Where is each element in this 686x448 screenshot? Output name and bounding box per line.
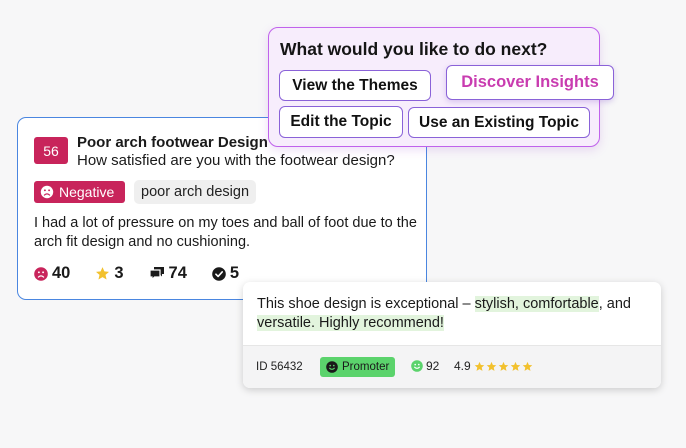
- topic-question: How satisfied are you with the footwear …: [77, 152, 395, 169]
- chat-bubbles-icon: [148, 267, 164, 281]
- star-icon: [474, 361, 484, 371]
- review-rating-value: 4.9: [454, 359, 471, 373]
- topic-title: Poor arch footwear Design: [77, 134, 268, 151]
- sentiment-label: Negative: [59, 184, 115, 200]
- stat-comments-value: 74: [168, 264, 187, 282]
- star-icon: [498, 361, 508, 371]
- review-text: This shoe design is exceptional – stylis…: [257, 295, 652, 333]
- edit-topic-button[interactable]: Edit the Topic: [279, 106, 403, 138]
- topic-stats: 40 3 74 5: [34, 264, 239, 283]
- review-text-middle: , and: [598, 296, 631, 312]
- stat-stars: 3: [95, 264, 124, 283]
- star-icon: [486, 361, 496, 371]
- topic-body: I had a lot of pressure on my toes and b…: [34, 215, 417, 250]
- stat-stars-value: 3: [114, 264, 124, 282]
- count-badge: 56: [34, 137, 68, 164]
- stat-negative-value: 40: [52, 264, 71, 282]
- check-circle-icon: [212, 266, 226, 281]
- review-score: 92: [411, 359, 439, 373]
- review-card[interactable]: This shoe design is exceptional – stylis…: [243, 282, 661, 388]
- star-icon: [96, 267, 110, 280]
- stat-resolved-value: 5: [229, 264, 240, 282]
- review-highlight-positive: stylish, comfortable: [474, 296, 599, 312]
- review-rating: 4.9: [454, 359, 533, 373]
- review-footer: ID 56432 Promoter 92 4.9: [243, 345, 661, 388]
- promoter-label: Promoter: [342, 361, 390, 373]
- review-text-start: This shoe design is exceptional –: [257, 296, 475, 312]
- review-id: ID 56432: [256, 361, 303, 373]
- promoter-badge: Promoter: [320, 357, 396, 377]
- review-score-value: 92: [426, 359, 440, 373]
- discover-insights-button[interactable]: Discover Insights: [446, 65, 614, 100]
- stat-negative: 40: [34, 264, 70, 283]
- view-themes-button[interactable]: View the Themes: [279, 70, 431, 101]
- use-existing-topic-button[interactable]: Use an Existing Topic: [408, 107, 590, 138]
- smile-face-icon: [411, 360, 423, 372]
- star-icon: [510, 361, 520, 371]
- stat-comments: 74: [148, 264, 187, 283]
- sad-face-icon: [40, 185, 54, 199]
- stat-resolved: 5: [212, 264, 239, 283]
- topic-tag[interactable]: poor arch design: [134, 180, 257, 204]
- next-actions-title: What would you like to do next?: [280, 39, 548, 59]
- rating-stars: [474, 361, 533, 372]
- sad-face-icon: [34, 266, 48, 281]
- next-actions-panel: What would you like to do next? View the…: [268, 27, 614, 147]
- star-icon: [522, 361, 532, 371]
- sentiment-badge: Negative: [34, 181, 126, 203]
- smile-face-icon: [326, 361, 338, 373]
- review-highlight-recommend: versatile. Highly recommend!: [257, 315, 444, 331]
